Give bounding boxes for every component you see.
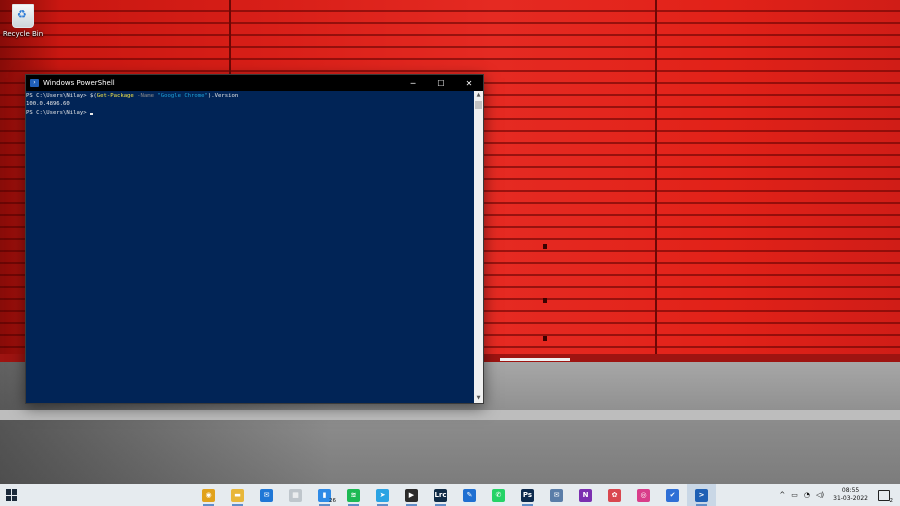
store-icon: ▦ [289, 488, 302, 502]
console-line-3: PS C:\Users\Nilay> [26, 109, 473, 117]
console-output[interactable]: PS C:\Users\Nilay> $(Get-Package -Name "… [26, 91, 473, 403]
lightroom-icon: Lrc [434, 488, 447, 502]
wall-vent [543, 336, 547, 341]
taskbar-app-store[interactable]: ▦ [281, 484, 310, 506]
taskbar-app-instagram[interactable]: ◎ [629, 484, 658, 506]
vertical-scrollbar[interactable]: ▲ ▼ [474, 91, 483, 403]
volume-icon[interactable]: ◁) [816, 491, 824, 499]
desktop: ♻ Recycle Bin › Windows PowerShell ─ ☐ ✕… [0, 0, 900, 506]
powershell-window[interactable]: › Windows PowerShell ─ ☐ ✕ PS C:\Users\N… [25, 74, 484, 404]
show-hidden-icons-icon[interactable]: ^ [779, 491, 785, 499]
mail-client-icon: ✉ [550, 488, 563, 502]
minimize-button[interactable]: ─ [399, 75, 427, 91]
mail-icon: ✉ [260, 488, 273, 502]
onenote-icon: N [579, 488, 592, 502]
taskbar-app-pen-tool[interactable]: ✎ [455, 484, 484, 506]
spotify-icon: ≋ [347, 488, 360, 502]
start-button[interactable] [6, 489, 18, 501]
wall-vent [543, 244, 547, 249]
todo-icon: ✔ [666, 488, 679, 502]
console-line-1: PS C:\Users\Nilay> $(Get-Package -Name "… [26, 92, 473, 100]
taskbar-app-mail[interactable]: ✉ [252, 484, 281, 506]
taskbar-app-lightroom[interactable]: Lrc [426, 484, 455, 506]
notification-count: 2 [889, 497, 894, 504]
taskbar-app-photoshop[interactable]: Ps [513, 484, 542, 506]
parameter: -Name [133, 93, 158, 99]
taskbar-app-spotify[interactable]: ≋ [339, 484, 368, 506]
taskbar-app-whatsapp[interactable]: ✆ [484, 484, 513, 506]
pavement-stripe [500, 358, 570, 361]
console-line-2: 100.0.4896.60 [26, 101, 70, 108]
prompt: PS C:\Users\Nilay> [26, 109, 90, 116]
photos-icon: ✿ [608, 488, 621, 502]
system-tray: ^ ▭ ◔ ◁) 08:55 31-03-2022 2 [776, 484, 900, 506]
photoshop-icon: Ps [521, 488, 534, 502]
taskbar-app-file-explorer[interactable]: ▬ [223, 484, 252, 506]
instagram-icon: ◎ [637, 488, 650, 502]
taskbar-app-mail-client[interactable]: ✉ [542, 484, 571, 506]
taskbar-apps: ◉ ▬ ✉ ▦ ▮ 26 ≋ ➤ ▶ Lrc ✎ ✆ Ps ✉ N ✿ ◎ ✔ > [194, 484, 716, 506]
notification-icon[interactable]: 2 [878, 489, 893, 504]
cmdlet: Get-Package [96, 93, 134, 99]
taskbar-app-media-player[interactable]: ▶ [397, 484, 426, 506]
telegram-icon: ➤ [376, 488, 389, 502]
command-suffix: ).Version [207, 93, 239, 99]
taskbar-app-telegram[interactable]: ➤ [368, 484, 397, 506]
string-argument: "Google Chrome" [157, 93, 208, 99]
powershell-icon: > [695, 488, 708, 502]
recycle-bin-icon: ♻ [12, 4, 34, 28]
pen-tool-icon: ✎ [463, 488, 476, 502]
taskbar: ◉ ▬ ✉ ▦ ▮ 26 ≋ ➤ ▶ Lrc ✎ ✆ Ps ✉ N ✿ ◎ ✔ > ^ ▭ ◔ ◁) 08:55 3… [0, 484, 900, 506]
command-prefix: $( [90, 93, 97, 99]
clock[interactable]: 08:55 31-03-2022 [833, 487, 868, 503]
text-cursor [90, 112, 93, 115]
recycle-bin[interactable]: ♻ Recycle Bin [2, 4, 44, 38]
taskbar-app-todo[interactable]: ✔ [658, 484, 687, 506]
clock-time: 08:55 [841, 487, 860, 494]
clock-date: 31-03-2022 [833, 495, 868, 502]
taskbar-app-word-counter[interactable]: ▮ 26 [310, 484, 339, 506]
app-badge: 26 [329, 498, 336, 504]
file-explorer-icon: ▬ [231, 488, 244, 502]
chrome-icon: ◉ [202, 488, 215, 502]
scroll-down-icon[interactable]: ▼ [474, 394, 483, 403]
taskbar-app-photos[interactable]: ✿ [600, 484, 629, 506]
prompt: PS C:\Users\Nilay> [26, 93, 90, 99]
title-bar[interactable]: › Windows PowerShell ─ ☐ ✕ [26, 75, 483, 91]
taskbar-app-onenote[interactable]: N [571, 484, 600, 506]
scrollbar-thumb[interactable] [475, 101, 482, 109]
recycle-bin-label: Recycle Bin [2, 30, 44, 38]
taskbar-app-powershell[interactable]: > [687, 484, 716, 506]
curb [0, 410, 900, 420]
close-button[interactable]: ✕ [455, 75, 483, 91]
powershell-icon: › [30, 79, 39, 87]
wifi-icon[interactable]: ◔ [804, 491, 810, 499]
battery-icon[interactable]: ▭ [791, 491, 798, 499]
wall-seam [655, 0, 657, 356]
whatsapp-icon: ✆ [492, 488, 505, 502]
maximize-button[interactable]: ☐ [427, 75, 455, 91]
wall-vent [543, 298, 547, 303]
taskbar-app-chrome[interactable]: ◉ [194, 484, 223, 506]
window-title: Windows PowerShell [43, 79, 115, 87]
scroll-up-icon[interactable]: ▲ [474, 91, 483, 100]
media-player-icon: ▶ [405, 488, 418, 502]
